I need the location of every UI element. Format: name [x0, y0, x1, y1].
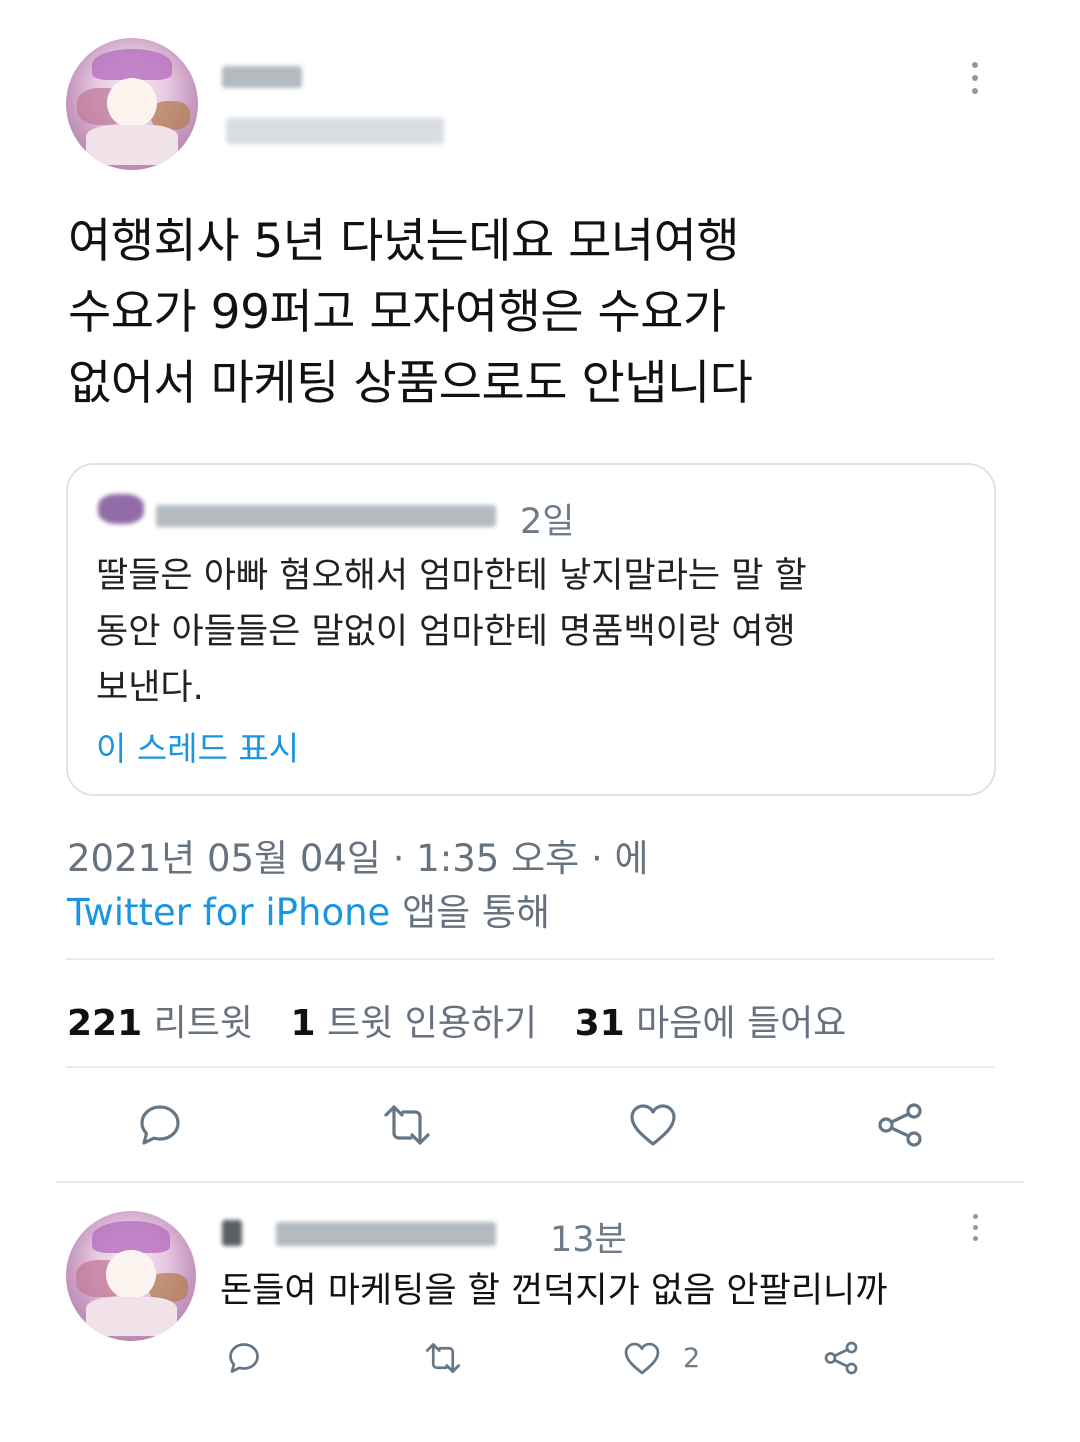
- quoted-tweet-text: 딸들은 아빠 혐오해서 엄마한테 낳지말라는 말 할 동안 아들들은 말없이 엄…: [96, 548, 807, 716]
- like-icon[interactable]: [628, 1102, 678, 1148]
- reply-icon[interactable]: [136, 1101, 184, 1149]
- more-vertical-icon[interactable]: [969, 1214, 981, 1241]
- reply-text: 돈들여 마케팅을 할 껀덕지가 없음 안팔리니까: [220, 1271, 888, 1311]
- retweets-stat[interactable]: 221 리트윗: [67, 1003, 253, 1044]
- author-handle-redacted[interactable]: [226, 118, 444, 144]
- tweet-stats: 221 리트윗 1 트윗 인용하기 31 마음에 들어요: [67, 994, 846, 1046]
- show-thread-link[interactable]: 이 스레드 표시: [96, 722, 299, 770]
- likes-label: 마음에 들어요: [636, 1003, 847, 1044]
- reply-handle-redacted[interactable]: [276, 1222, 496, 1246]
- tweet-text: 여행회사 5년 다녔는데요 모녀여행 수요가 99퍼고 모자여행은 수요가 없어…: [68, 206, 753, 419]
- quoted-text-line: 보낸다.: [96, 668, 204, 708]
- tweet-timestamp[interactable]: 2021년 05월 04일 · 1:35 오후 · 에: [67, 828, 649, 882]
- reply-icon[interactable]: [226, 1340, 262, 1376]
- like-icon[interactable]: [623, 1341, 661, 1376]
- retweets-count: 221: [67, 1003, 143, 1044]
- author-avatar[interactable]: [66, 38, 198, 170]
- retweets-label: 리트윗: [153, 1003, 253, 1044]
- quotes-count: 1: [290, 1003, 316, 1044]
- reply-time: 13분: [550, 1220, 627, 1260]
- more-vertical-icon[interactable]: [969, 62, 981, 94]
- reply-author-redacted[interactable]: [222, 1220, 242, 1246]
- reply-like-count: 2: [683, 1343, 701, 1374]
- tweet-text-line: 없어서 마케팅 상품으로도 안냅니다: [68, 356, 753, 411]
- tweet-source: Twitter for iPhone 앱을 통해: [67, 882, 550, 936]
- share-icon[interactable]: [876, 1101, 924, 1149]
- quotes-label: 트윗 인용하기: [326, 1003, 538, 1044]
- divider: [66, 1066, 994, 1068]
- divider: [66, 958, 994, 960]
- retweet-icon[interactable]: [380, 1101, 434, 1149]
- reply-author-avatar[interactable]: [66, 1211, 196, 1341]
- tweet-text-line: 여행회사 5년 다녔는데요 모녀여행: [68, 214, 740, 269]
- source-app-link[interactable]: Twitter for iPhone: [67, 891, 390, 934]
- tweet-text-line: 수요가 99퍼고 모자여행은 수요가: [68, 285, 726, 340]
- divider: [56, 1181, 1024, 1183]
- quoted-text-line: 딸들은 아빠 혐오해서 엄마한테 낳지말라는 말 할: [96, 556, 807, 596]
- quoted-author-avatar[interactable]: [98, 494, 144, 524]
- quoted-text-line: 동안 아들들은 말없이 엄마한테 명품백이랑 여행: [96, 612, 796, 652]
- likes-stat[interactable]: 31 마음에 들어요: [575, 1003, 847, 1044]
- source-suffix: 앱을 통해: [390, 891, 550, 934]
- quotes-stat[interactable]: 1 트윗 인용하기: [290, 1003, 537, 1044]
- likes-count: 31: [574, 1003, 625, 1044]
- author-display-name-redacted[interactable]: [222, 66, 302, 88]
- quoted-tweet-time: 2일: [520, 502, 575, 542]
- quoted-author-redacted[interactable]: [156, 505, 496, 527]
- retweet-icon[interactable]: [422, 1340, 464, 1376]
- share-icon[interactable]: [823, 1340, 859, 1376]
